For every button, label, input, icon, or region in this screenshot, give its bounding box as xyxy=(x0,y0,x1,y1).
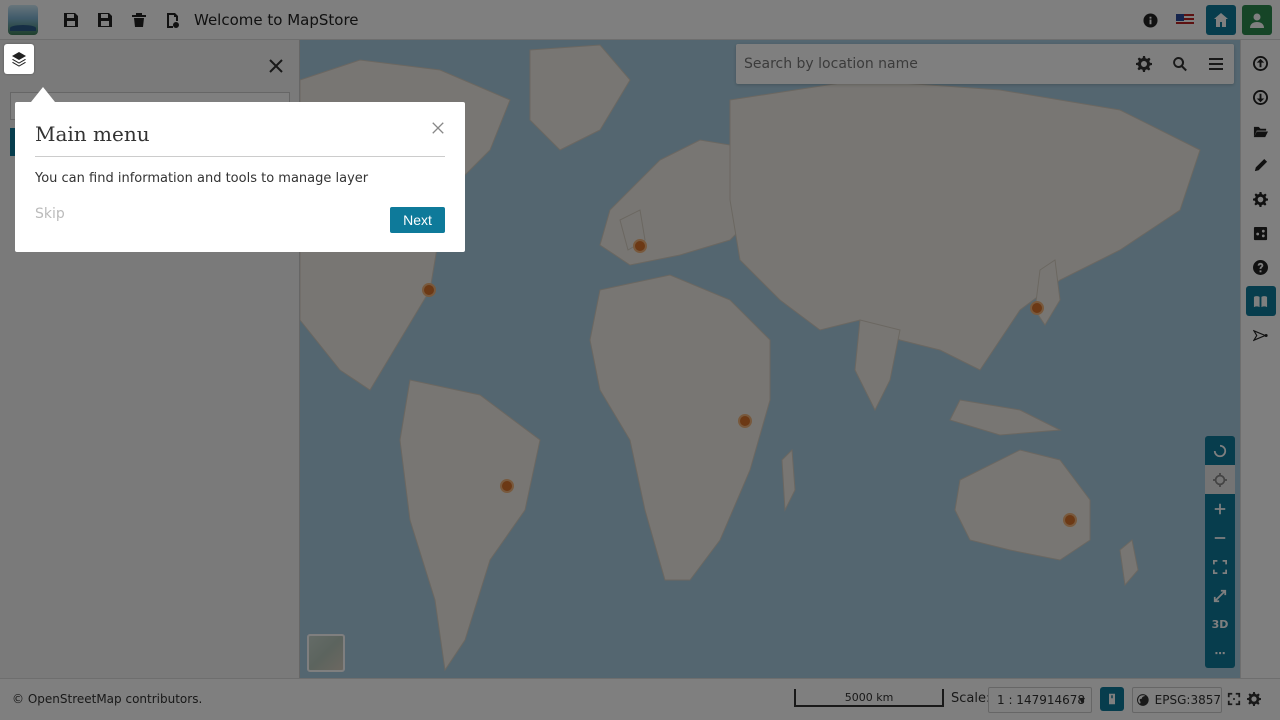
tour-close-button[interactable] xyxy=(431,120,447,136)
layers-toggle-button[interactable] xyxy=(4,44,34,74)
tour-next-button[interactable]: Next xyxy=(390,207,445,233)
layers-icon xyxy=(12,52,26,67)
tour-popover: Main menu You can find information and t… xyxy=(15,87,465,252)
tour-body: You can find information and tools to ma… xyxy=(35,171,369,186)
tour-skip-button[interactable]: Skip xyxy=(35,206,65,222)
close-icon xyxy=(432,122,444,134)
tour-title: Main menu xyxy=(35,122,445,157)
